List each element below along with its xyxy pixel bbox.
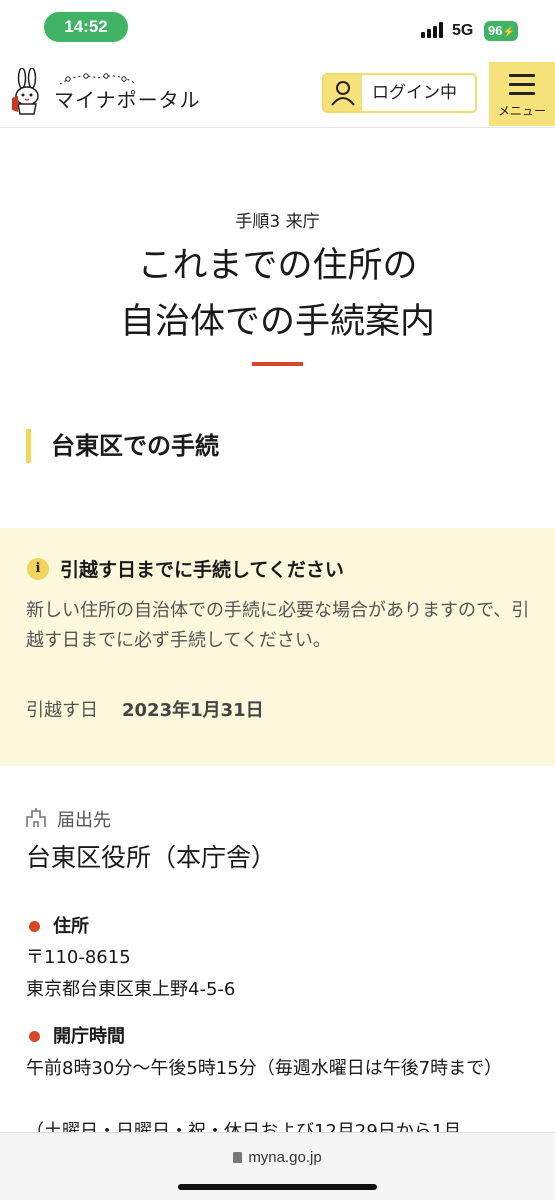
office-name: 台東区役所（本庁舎） xyxy=(26,843,277,872)
destination-label: 届出先 xyxy=(57,810,111,831)
network-type: 5G xyxy=(452,22,474,39)
hours-heading: 開庁時間 xyxy=(53,1026,125,1047)
battery-icon: 96⚡ xyxy=(484,21,518,41)
login-status-label: ログイン中 xyxy=(372,83,457,103)
url-text: myna.go.jp xyxy=(248,1149,322,1166)
signal-icon xyxy=(421,22,447,38)
page-title-line2: 自治体での手続案内 xyxy=(119,302,435,342)
postal-code: 〒110-8615 xyxy=(26,947,131,968)
hours-bullet-icon xyxy=(29,1031,40,1042)
section-heading: 台東区での手続 xyxy=(26,429,219,463)
browser-address-bar[interactable]: myna.go.jp xyxy=(0,1132,555,1200)
site-header: マイナポータル ログイン中 メニュー xyxy=(0,56,555,128)
hamburger-icon xyxy=(509,74,535,101)
menu-label: メニュー xyxy=(497,104,546,118)
status-time: 14:52 xyxy=(44,12,128,42)
info-icon: i xyxy=(27,558,49,580)
logo-text: マイナポータル xyxy=(54,88,201,112)
mynaportal-logo[interactable]: マイナポータル xyxy=(8,67,208,116)
url-display[interactable]: myna.go.jp xyxy=(0,1149,555,1166)
building-icon xyxy=(26,808,46,827)
address-heading: 住所 xyxy=(53,916,89,937)
mynaminn-mascot-icon xyxy=(12,67,39,115)
page-title-line1: これまでの住所の xyxy=(137,246,418,286)
user-icon xyxy=(324,75,362,111)
step-label: 手順3 来庁 xyxy=(235,212,320,232)
address-text: 東京都台東区東上野4-5-6 xyxy=(26,979,236,1000)
move-date-label: 引越す日 xyxy=(26,700,98,721)
hours-text: 午前8時30分〜午後5時15分（毎週水曜日は午後7時まで） xyxy=(26,1058,503,1079)
notice-title: 引越す日までに手続してください xyxy=(60,559,344,581)
menu-button[interactable]: メニュー xyxy=(489,62,555,126)
home-indicator[interactable] xyxy=(178,1184,377,1190)
page-title: これまでの住所の 自治体での手続案内 xyxy=(0,238,555,350)
battery-level: 96 xyxy=(488,23,503,38)
notice-body: 新しい住所の自治体での手続に必要な場合がありますので、引越す日までに必ず手続して… xyxy=(26,600,530,651)
lock-icon xyxy=(233,1152,243,1163)
login-status-button[interactable]: ログイン中 xyxy=(322,73,477,113)
title-underline xyxy=(252,362,303,366)
move-date-value: 2023年1月31日 xyxy=(122,700,264,721)
address-bullet-icon xyxy=(29,921,40,932)
status-bar: 14:52 5G 96⚡ xyxy=(0,0,555,56)
notice-box: i 引越す日までに手続してください 新しい住所の自治体での手続に必要な場合があり… xyxy=(0,528,555,766)
